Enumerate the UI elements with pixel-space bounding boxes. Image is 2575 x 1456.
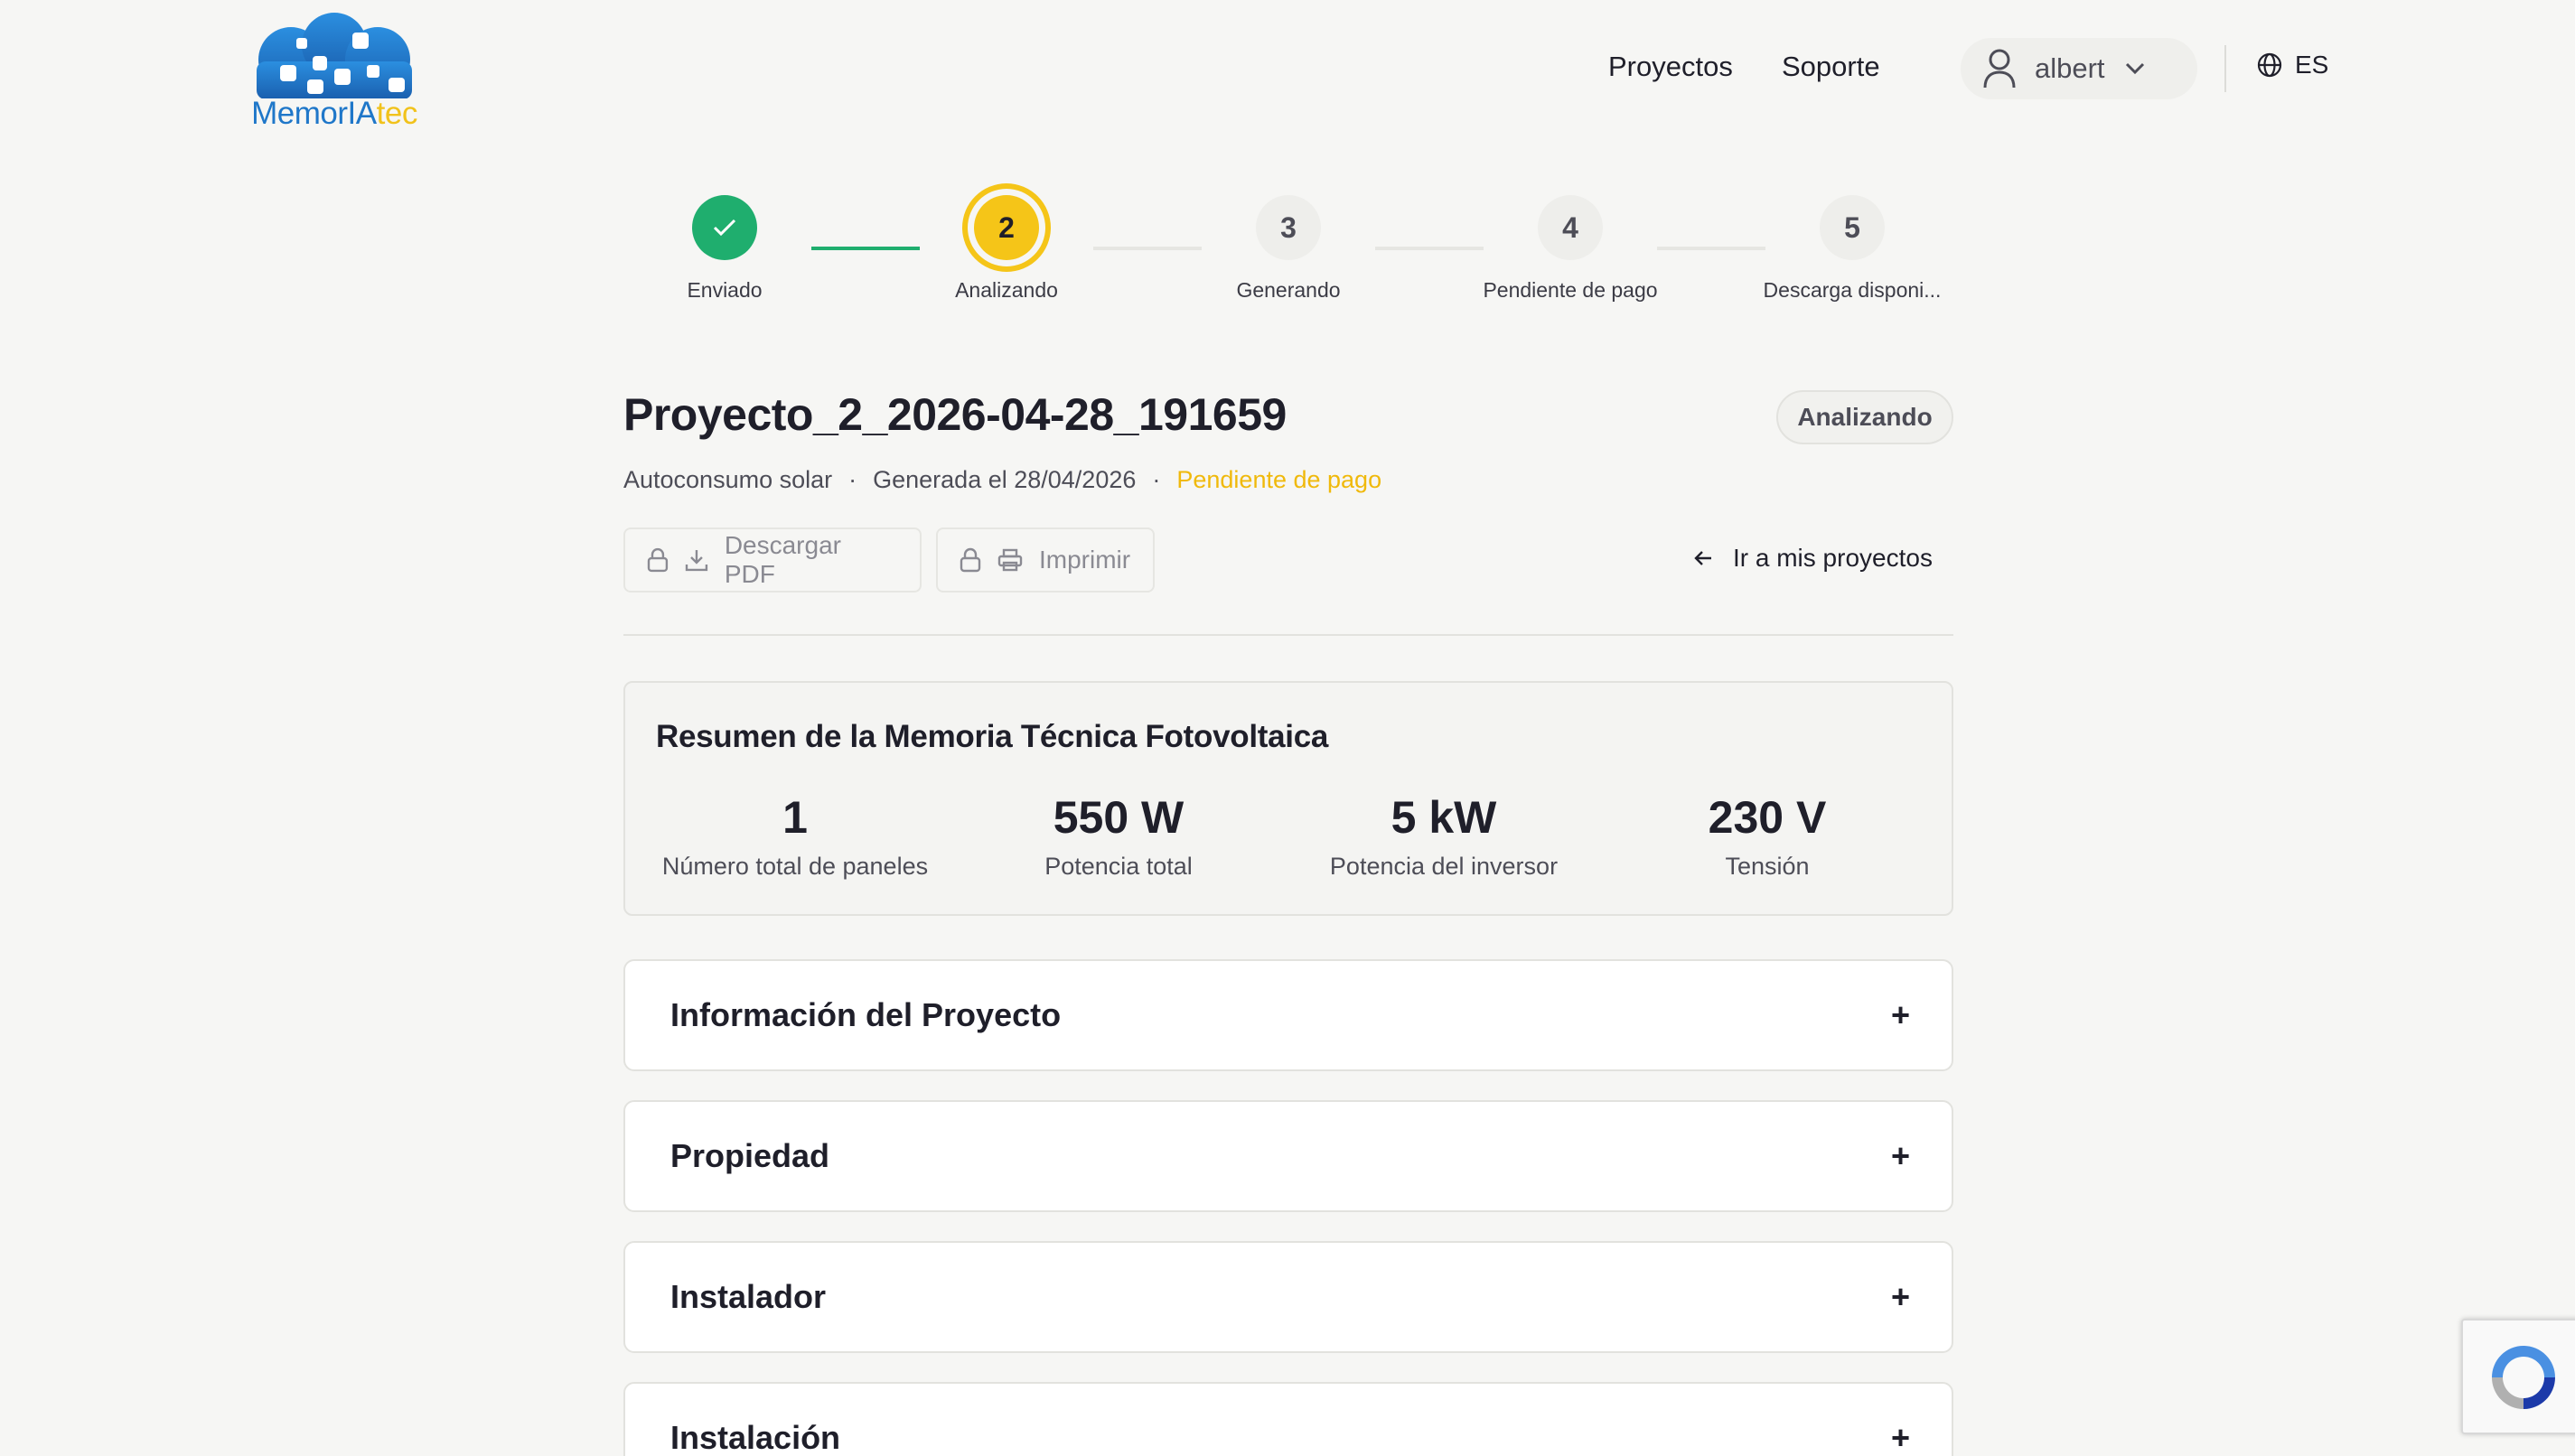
step-connector-3 xyxy=(1375,247,1484,250)
expand-plus-icon[interactable]: + xyxy=(1891,1278,1910,1316)
arrow-left-icon xyxy=(1694,551,1711,565)
stat-value: 550 W xyxy=(1053,792,1184,843)
download-icon xyxy=(685,550,708,572)
status-badge: Analizando xyxy=(1776,390,1953,444)
stat-value: 230 V xyxy=(1708,792,1827,843)
step-2-label: Analizando xyxy=(955,278,1058,302)
download-pdf-button[interactable]: Descargar PDF xyxy=(623,527,922,593)
section-property[interactable]: Propiedad + xyxy=(623,1100,1953,1212)
section-installation[interactable]: Instalación + xyxy=(623,1382,1953,1456)
step-4-number: 4 xyxy=(1538,195,1603,260)
printer-icon xyxy=(997,548,1023,572)
step-4-label: Pendiente de pago xyxy=(1483,278,1658,302)
user-icon xyxy=(1983,49,2016,89)
generated-date: Generada el 28/04/2026 xyxy=(873,466,1137,493)
header-divider xyxy=(2224,45,2226,92)
expand-plus-icon[interactable]: + xyxy=(1891,1137,1910,1175)
step-4: 4 Pendiente de pago xyxy=(1471,195,1670,303)
step-5-label: Descarga disponi... xyxy=(1763,278,1942,302)
lock-icon xyxy=(960,547,981,573)
section-installer[interactable]: Instalador + xyxy=(623,1241,1953,1353)
language-selector[interactable]: ES xyxy=(2257,51,2328,79)
meta-separator: · xyxy=(1152,466,1161,493)
step-5-number: 5 xyxy=(1820,195,1885,260)
logo-wordmark: MemorIAtec xyxy=(251,96,417,131)
step-1: Enviado xyxy=(625,195,824,303)
globe-icon xyxy=(2257,52,2282,78)
back-to-projects-link[interactable]: Ir a mis proyectos xyxy=(1693,544,1933,573)
project-type: Autoconsumo solar xyxy=(623,466,833,493)
project-title: Proyecto_2_2026-04-28_191659 xyxy=(623,389,1287,440)
chevron-down-icon xyxy=(2125,62,2144,75)
lock-icon xyxy=(647,547,669,573)
step-5: 5 Descarga disponi... xyxy=(1753,195,1952,303)
meta-separator: · xyxy=(848,466,857,493)
expand-plus-icon[interactable]: + xyxy=(1891,1419,1910,1456)
summary-title: Resumen de la Memoria Técnica Fotovoltai… xyxy=(656,719,1329,754)
step-connector-1 xyxy=(811,247,920,250)
expand-plus-icon[interactable]: + xyxy=(1891,996,1910,1034)
step-3-label: Generando xyxy=(1236,278,1341,302)
stat-label: Potencia del inversor xyxy=(1329,853,1559,880)
nav-support-link[interactable]: Soporte xyxy=(1782,51,1880,83)
section-project-info[interactable]: Información del Proyecto + xyxy=(623,959,1953,1071)
recaptcha-icon xyxy=(2492,1346,2555,1409)
user-name: albert xyxy=(2035,52,2105,84)
nav-projects-link[interactable]: Proyectos xyxy=(1608,51,1733,83)
print-label: Imprimir xyxy=(1039,546,1131,574)
print-button[interactable]: Imprimir xyxy=(936,527,1155,593)
project-meta: Autoconsumo solar · Generada el 28/04/20… xyxy=(623,466,1381,494)
stat-value: 5 kW xyxy=(1390,792,1497,843)
stat-value: 1 xyxy=(782,792,808,843)
brand-logo[interactable]: MemorIAtec xyxy=(244,13,425,131)
recaptcha-badge[interactable] xyxy=(2461,1319,2575,1434)
stat-panels: 1 Número total de paneles xyxy=(632,791,958,881)
step-1-check-icon xyxy=(692,195,757,260)
section-title: Información del Proyecto xyxy=(670,996,1062,1033)
step-2: 2 Analizando xyxy=(907,195,1106,303)
step-2-number: 2 xyxy=(974,195,1039,260)
step-connector-4 xyxy=(1657,247,1765,250)
stat-total-power: 550 W Potencia total xyxy=(956,791,1281,881)
section-title: Propiedad xyxy=(670,1137,830,1174)
step-3: 3 Generando xyxy=(1189,195,1388,303)
stat-label: Potencia total xyxy=(1044,853,1193,880)
step-3-number: 3 xyxy=(1256,195,1321,260)
logo-cloud-icon xyxy=(257,13,412,99)
language-code: ES xyxy=(2295,51,2329,79)
section-title: Instalación xyxy=(670,1419,841,1456)
divider xyxy=(623,634,1953,636)
stat-label: Número total de paneles xyxy=(661,853,929,880)
summary-card: Resumen de la Memoria Técnica Fotovoltai… xyxy=(623,681,1953,916)
user-menu[interactable]: albert xyxy=(1961,38,2197,99)
step-connector-2 xyxy=(1093,247,1202,250)
section-title: Instalador xyxy=(670,1278,827,1315)
stat-inverter-power: 5 kW Potencia del inversor xyxy=(1281,791,1606,881)
download-pdf-label: Descargar PDF xyxy=(724,531,841,588)
step-1-label: Enviado xyxy=(687,278,763,302)
stat-label: Tensión xyxy=(1725,853,1810,880)
stat-voltage: 230 V Tensión xyxy=(1605,791,1930,881)
back-link-label: Ir a mis proyectos xyxy=(1733,544,1933,572)
payment-status: Pendiente de pago xyxy=(1176,466,1382,493)
